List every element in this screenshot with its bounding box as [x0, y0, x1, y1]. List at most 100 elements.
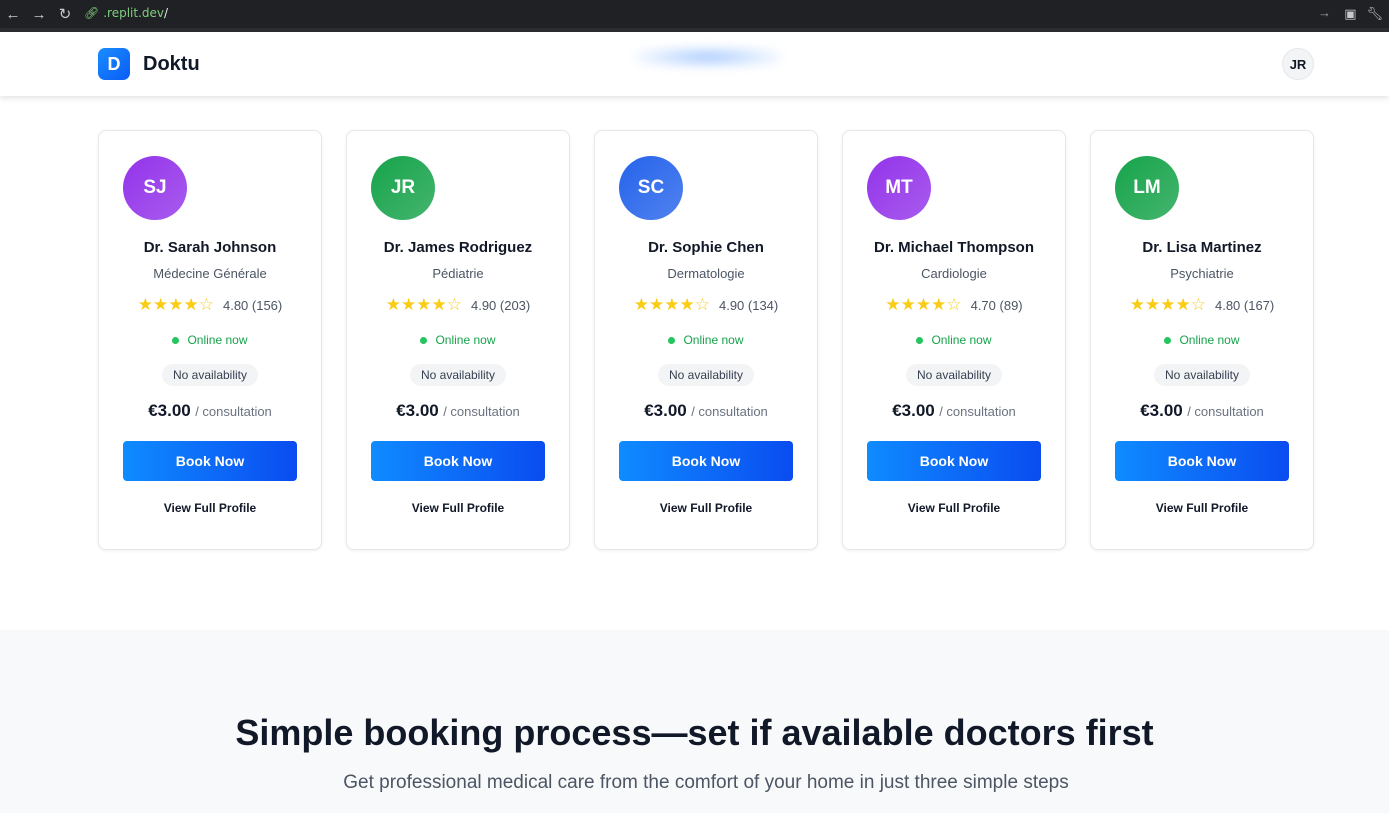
online-dot-icon: [668, 336, 676, 344]
blurred-nav-element: [634, 45, 782, 69]
star-filled-icon: ★: [137, 295, 153, 314]
rating-value: 4.70 (89): [970, 298, 1023, 313]
book-now-button[interactable]: Book Now: [1115, 441, 1289, 481]
doctor-card: JR Dr. James Rodriguez Pédiatrie ★★★★☆ 4…: [346, 130, 570, 550]
logo-icon[interactable]: D: [98, 48, 130, 80]
how-it-works-section: Simple booking process—set if available …: [0, 630, 1389, 813]
star-filled-icon: ★: [416, 295, 432, 314]
star-filled-icon: ★: [1144, 295, 1161, 314]
price: €3.00 / consultation: [99, 401, 321, 421]
price: €3.00 / consultation: [595, 401, 817, 421]
star-filled-icon: ★: [152, 295, 169, 314]
star-filled-icon: ★: [1175, 295, 1191, 314]
doctor-specialty: Psychiatrie: [1170, 266, 1234, 281]
doctor-rating: ★★★★☆ 4.90 (203): [347, 296, 569, 315]
doctor-specialty: Pédiatrie: [432, 266, 484, 281]
doctor-avatar: SJ: [123, 156, 187, 220]
doctor-avatar: JR: [371, 156, 435, 220]
doctor-name: Dr. Lisa Martinez: [1142, 239, 1262, 256]
doctor-card: SJ Dr. Sarah Johnson Médecine Générale ★…: [98, 130, 322, 550]
app-header: D Doktu JR: [0, 32, 1389, 96]
rating-value: 4.80 (167): [1214, 298, 1275, 313]
go-arrow-icon[interactable]: →: [1318, 5, 1331, 20]
price: €3.00 / consultation: [347, 401, 569, 421]
online-status: Online now: [347, 333, 569, 347]
online-status: Online now: [1091, 333, 1313, 347]
doctor-specialty: Dermatologie: [667, 266, 745, 281]
star-filled-icon: ★: [885, 295, 901, 314]
star-filled-icon: ★: [400, 295, 417, 314]
star-filled-icon: ★: [385, 295, 401, 314]
star-filled-icon: ★: [1129, 295, 1145, 314]
reload-icon[interactable]: ↻: [52, 0, 78, 28]
star-filled-icon: ★: [900, 295, 916, 314]
price-unit: / consultation: [939, 404, 1016, 419]
online-status-label: Online now: [187, 333, 248, 347]
section-title: Simple booking process—set if available …: [235, 712, 1154, 753]
star-rating: ★★★★☆: [634, 296, 710, 315]
price-unit: / consultation: [195, 404, 272, 419]
star-rating: ★★★★☆: [386, 296, 462, 315]
availability-badge: No availability: [657, 364, 755, 386]
online-status-label: Online now: [1179, 333, 1240, 347]
star-outline-icon: ☆: [198, 295, 214, 314]
view-profile-link[interactable]: View Full Profile: [347, 501, 569, 515]
book-now-button[interactable]: Book Now: [123, 441, 297, 481]
price-amount: €3.00: [892, 401, 935, 420]
doctor-name: Dr. Sarah Johnson: [143, 239, 277, 256]
brand-name[interactable]: Doktu: [143, 53, 200, 76]
view-profile-link[interactable]: View Full Profile: [843, 501, 1065, 515]
online-status: Online now: [843, 333, 1065, 347]
address-bar[interactable]: 🔗︎ .replit.dev/: [84, 2, 1340, 24]
section-subtitle: Get professional medical care from the c…: [343, 772, 1069, 793]
back-arrow-icon[interactable]: ←: [0, 0, 26, 28]
online-dot-icon: [1164, 336, 1172, 344]
price-unit: / consultation: [443, 404, 520, 419]
star-filled-icon: ★: [664, 295, 680, 314]
user-avatar[interactable]: JR: [1282, 48, 1314, 80]
online-status-label: Online now: [435, 333, 496, 347]
star-filled-icon: ★: [1160, 295, 1176, 314]
doctor-rating: ★★★★☆ 4.80 (167): [1091, 296, 1313, 315]
star-outline-icon: ☆: [1190, 295, 1206, 314]
cast-icon[interactable]: ▣: [1344, 6, 1356, 22]
doctor-avatar: SC: [619, 156, 683, 220]
online-status-label: Online now: [931, 333, 992, 347]
rating-value: 4.90 (203): [470, 298, 531, 313]
star-rating: ★★★★☆: [885, 296, 961, 315]
price-amount: €3.00: [148, 401, 191, 420]
price-unit: / consultation: [1187, 404, 1264, 419]
star-outline-icon: ☆: [946, 295, 962, 314]
doctor-name: Dr. Sophie Chen: [648, 239, 764, 256]
online-dot-icon: [172, 336, 180, 344]
doctor-specialty: Médecine Générale: [153, 266, 267, 281]
star-filled-icon: ★: [915, 295, 932, 314]
rating-value: 4.90 (134): [718, 298, 779, 313]
online-status: Online now: [99, 333, 321, 347]
book-now-button[interactable]: Book Now: [867, 441, 1041, 481]
doctor-avatar: LM: [1115, 156, 1179, 220]
view-profile-link[interactable]: View Full Profile: [595, 501, 817, 515]
doctor-name: Dr. James Rodriguez: [383, 239, 533, 256]
availability-badge: No availability: [1153, 364, 1251, 386]
star-filled-icon: ★: [431, 295, 447, 314]
star-filled-icon: ★: [168, 295, 184, 314]
star-filled-icon: ★: [183, 295, 199, 314]
view-profile-link[interactable]: View Full Profile: [99, 501, 321, 515]
star-outline-icon: ☆: [694, 295, 710, 314]
book-now-button[interactable]: Book Now: [371, 441, 545, 481]
doctor-cards: SJ Dr. Sarah Johnson Médecine Générale ★…: [98, 130, 1314, 550]
wrench-icon[interactable]: 🔧︎: [1366, 6, 1383, 22]
rating-value: 4.80 (156): [222, 298, 283, 313]
url-path: /: [164, 6, 169, 20]
online-status-label: Online now: [683, 333, 744, 347]
price: €3.00 / consultation: [843, 401, 1065, 421]
forward-arrow-icon[interactable]: →: [26, 0, 52, 28]
price-amount: €3.00: [644, 401, 687, 420]
availability-badge: No availability: [905, 364, 1003, 386]
star-filled-icon: ★: [633, 295, 649, 314]
view-profile-link[interactable]: View Full Profile: [1091, 501, 1313, 515]
book-now-button[interactable]: Book Now: [619, 441, 793, 481]
price-unit: / consultation: [691, 404, 768, 419]
star-filled-icon: ★: [931, 295, 947, 314]
